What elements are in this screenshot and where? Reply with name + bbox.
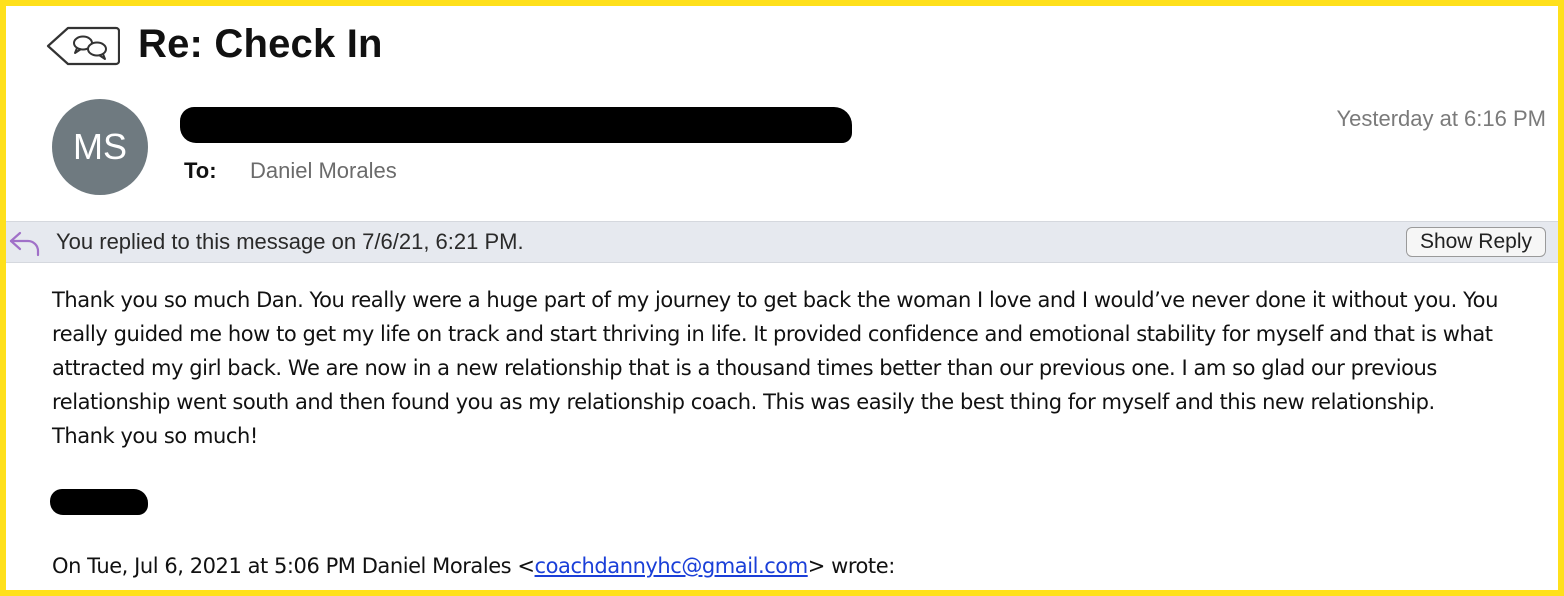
redacted-signature bbox=[50, 489, 148, 515]
show-reply-button[interactable]: Show Reply bbox=[1405, 227, 1546, 257]
sender-email-link[interactable]: coachdannyhc@gmail.com bbox=[535, 554, 809, 578]
redacted-sender bbox=[180, 107, 852, 143]
message-body: Thank you so much Dan. You really were a… bbox=[52, 283, 1532, 453]
email-subject: Re: Check In bbox=[138, 22, 383, 66]
sender-avatar: MS bbox=[52, 99, 148, 195]
email-window: Re: Check In MS To: Daniel Morales Yeste… bbox=[6, 6, 1558, 590]
quoted-reply-header: On Tue, Jul 6, 2021 at 5:06 PM Daniel Mo… bbox=[52, 554, 895, 578]
to-label: To: bbox=[184, 158, 217, 183]
back-conversation-icon[interactable] bbox=[46, 26, 120, 66]
message-header: Re: Check In MS To: Daniel Morales Yeste… bbox=[6, 6, 1558, 221]
quote-suffix: > wrote: bbox=[807, 554, 896, 578]
recipient-name[interactable]: Daniel Morales bbox=[250, 158, 397, 184]
message-timestamp: Yesterday at 6:16 PM bbox=[1336, 106, 1546, 131]
replied-banner: You replied to this message on 7/6/21, 6… bbox=[6, 221, 1558, 263]
message-closing: Thank you so much! bbox=[52, 424, 258, 448]
replied-status-text: You replied to this message on 7/6/21, 6… bbox=[56, 229, 524, 254]
avatar-initials: MS bbox=[73, 126, 127, 167]
reply-arrow-icon bbox=[9, 231, 40, 257]
message-paragraph: Thank you so much Dan. You really were a… bbox=[52, 288, 1498, 414]
quote-prefix: On Tue, Jul 6, 2021 at 5:06 PM Daniel Mo… bbox=[52, 554, 535, 578]
